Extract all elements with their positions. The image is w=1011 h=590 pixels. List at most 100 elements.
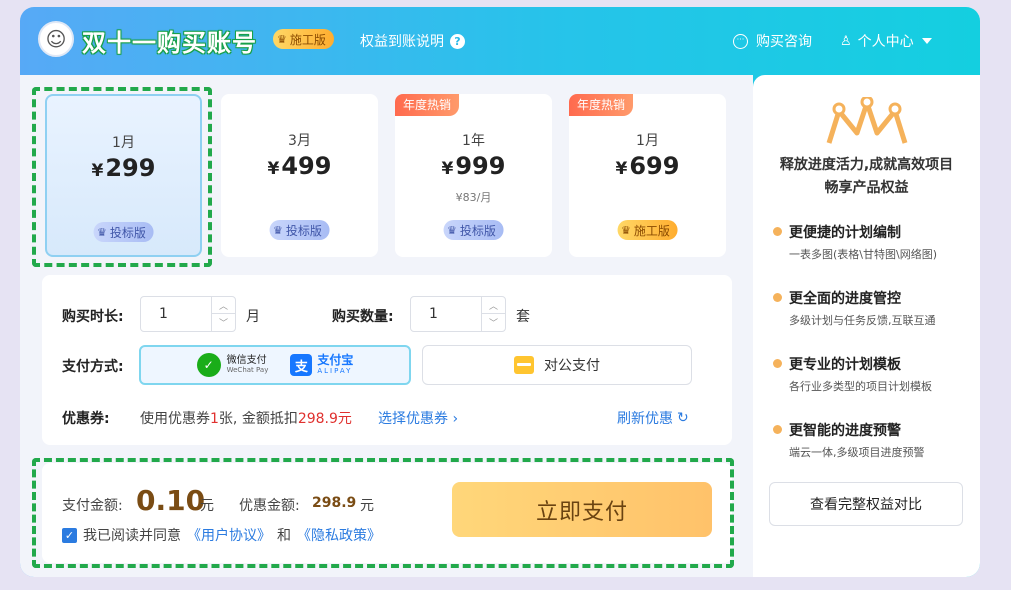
- select-coupon-link[interactable]: 选择优惠券 ›: [378, 408, 458, 428]
- agree-checkbox[interactable]: ✓: [62, 527, 77, 543]
- currency-symbol: ¥: [267, 159, 280, 179]
- purchase-consult-button[interactable]: ··· 购买咨询: [733, 31, 812, 51]
- pay-now-button[interactable]: 立即支付: [452, 482, 712, 537]
- user-center-menu[interactable]: ♙ 个人中心: [840, 31, 932, 51]
- edition-badge: ♛ 施工版: [273, 29, 334, 49]
- stepper-arrows: ︿ ﹀: [211, 297, 235, 331]
- amount-label: 支付金额:: [62, 498, 123, 514]
- agreement: ✓ 我已阅读并同意 《用户协议》和《隐私政策》: [62, 525, 381, 545]
- plan-price: ¥699: [569, 152, 726, 180]
- alipay-label-en: ALIPAY: [317, 367, 353, 375]
- quantity-label: 购买数量:: [332, 309, 394, 325]
- crown-icon: [826, 97, 908, 144]
- benefit-title: 更专业的计划模板: [789, 357, 901, 373]
- plan-price: ¥999: [395, 152, 552, 180]
- amount-unit: 元: [200, 498, 214, 514]
- avatar[interactable]: ☺: [38, 21, 74, 57]
- plan-card-2[interactable]: 3月 ¥499 ♛ 投标版: [221, 94, 378, 257]
- alipay-icon: 支: [290, 354, 313, 376]
- benefit-desc: 多级计划与任务反馈,互联互通: [789, 314, 936, 327]
- wechat-label: 微信支付: [226, 355, 267, 366]
- plan-duration: 1月: [112, 135, 135, 151]
- coupon-text-prefix: 使用优惠券: [140, 411, 210, 427]
- page-title: 双十一购买账号: [82, 29, 257, 57]
- plan-badge-label: 投标版: [459, 223, 496, 238]
- slogan-line-2: 畅享产品权益: [824, 180, 909, 196]
- rights-info-link[interactable]: 权益到账说明 ?: [360, 31, 465, 51]
- purchase-window: ☺ 双十一购买账号 ♛ 施工版 权益到账说明 ? ··· 购买咨询 ♙ 个人中心…: [20, 7, 980, 577]
- hot-sale-tag: 年度热销: [569, 94, 634, 116]
- benefits-panel: 释放进度活力,成就高效项目 畅享产品权益 更便捷的计划编制 一表多图(表格\甘特…: [753, 75, 980, 577]
- crown-icon: ♛: [447, 223, 457, 237]
- coupon-summary: 使用优惠券1张, 金额抵扣298.9元: [140, 408, 352, 428]
- benefit-title: 更全面的进度管控: [789, 291, 901, 307]
- discount-unit: 元: [360, 498, 374, 514]
- currency-symbol: ¥: [615, 159, 628, 179]
- corporate-payment-option[interactable]: 对公支付: [422, 345, 692, 385]
- plan-badge: ♛ 投标版: [443, 220, 504, 240]
- plan-monthly-price: ¥83/月: [455, 191, 492, 204]
- payment-amount: 0.10: [136, 484, 206, 517]
- crown-icon: ♛: [97, 225, 107, 239]
- discount-amount: 298.9: [312, 495, 357, 511]
- user-center-label: 个人中心: [857, 34, 914, 50]
- user-agreement-link[interactable]: 《用户协议》: [187, 525, 271, 545]
- refresh-label: 刷新优惠: [617, 411, 673, 427]
- payment-method-label: 支付方式:: [62, 359, 124, 375]
- plan-price: ¥499: [221, 152, 378, 180]
- plan-duration: 1年: [462, 133, 485, 149]
- payment-bar: 支付金额: 0.10 元 优惠金额: 298.9 元 ✓ 我已阅读并同意 《用户协…: [42, 463, 732, 563]
- header: ☺ 双十一购买账号 ♛ 施工版 权益到账说明 ? ··· 购买咨询 ♙ 个人中心: [20, 7, 980, 75]
- stepper-arrows: ︿ ﹀: [481, 297, 505, 331]
- benefit-desc: 端云一体,多级项目进度预警: [789, 446, 925, 459]
- plan-duration: 3月: [288, 133, 311, 149]
- edition-badge-label: 施工版: [289, 32, 326, 47]
- bullet-dot: [773, 425, 782, 434]
- crown-icon: ♛: [621, 223, 631, 237]
- chevron-up-icon[interactable]: ︿: [212, 297, 235, 314]
- caret-down-icon: [921, 38, 932, 44]
- quantity-unit: 套: [516, 309, 530, 325]
- alipay-label: 支付宝: [317, 353, 354, 367]
- chevron-down-icon[interactable]: ﹀: [482, 314, 505, 331]
- bullet-dot: [773, 227, 782, 236]
- plan-badge-label: 施工版: [633, 223, 670, 238]
- bullet-dot: [773, 359, 782, 368]
- plan-badge: ♛ 投标版: [269, 220, 330, 240]
- purchase-options: 购买时长: 1 ︿ ﹀ 月 购买数量: 1 ︿ ﹀ 套 支付方式: ✓ 微信支付…: [42, 275, 732, 445]
- person-icon: ♙: [840, 33, 852, 49]
- plan-card-3[interactable]: 年度热销 1年 ¥999 ¥83/月 ♛ 投标版: [395, 94, 552, 257]
- rights-info-label: 权益到账说明: [360, 34, 444, 50]
- wechat-icon: ✓: [196, 353, 221, 377]
- wechat-label-en: WeChat Pay: [226, 366, 269, 374]
- plan-duration: 1月: [636, 133, 659, 149]
- currency-symbol: ¥: [441, 159, 454, 179]
- chevron-up-icon[interactable]: ︿: [482, 297, 505, 314]
- refresh-discount-link[interactable]: 刷新优惠 ↻: [617, 408, 689, 428]
- wechat-pay: ✓ 微信支付 WeChat Pay: [196, 353, 269, 377]
- currency-symbol: ¥: [91, 161, 104, 181]
- duration-value: 1: [159, 306, 168, 322]
- quantity-stepper[interactable]: 1 ︿ ﹀: [410, 296, 506, 332]
- duration-stepper[interactable]: 1 ︿ ﹀: [140, 296, 236, 332]
- purchase-consult-label: 购买咨询: [756, 34, 812, 50]
- compare-benefits-button[interactable]: 查看完整权益对比: [769, 482, 963, 526]
- plan-card-1[interactable]: 1月 ¥299 ♛ 投标版: [45, 94, 202, 257]
- discount-label: 优惠金额:: [239, 498, 300, 514]
- alipay: 支 支付宝 ALIPAY: [290, 354, 353, 376]
- plan-badge: ♛ 施工版: [617, 220, 678, 240]
- privacy-policy-link[interactable]: 《隐私政策》: [297, 525, 381, 545]
- question-icon[interactable]: ?: [450, 33, 465, 49]
- chat-icon: ···: [733, 33, 748, 49]
- chevron-down-icon[interactable]: ﹀: [212, 314, 235, 331]
- duration-label: 购买时长:: [62, 309, 124, 325]
- plan-price-value: 499: [281, 152, 332, 180]
- plan-price-value: 299: [105, 154, 156, 182]
- coupon-amount: 298.9元: [297, 411, 352, 427]
- benefit-title: 更便捷的计划编制: [789, 225, 901, 241]
- wallet-icon: [514, 356, 534, 374]
- purchase-panel: 1月 ¥299 ♛ 投标版 3月 ¥499 ♛ 投标版 年度热销 1年 ¥999 ¥…: [20, 75, 753, 577]
- online-payment-option[interactable]: ✓ 微信支付 WeChat Pay 支 支付宝 ALIPAY: [139, 345, 411, 385]
- plan-card-4[interactable]: 年度热销 1月 ¥699 ♛ 施工版: [569, 94, 726, 257]
- bullet-dot: [773, 293, 782, 302]
